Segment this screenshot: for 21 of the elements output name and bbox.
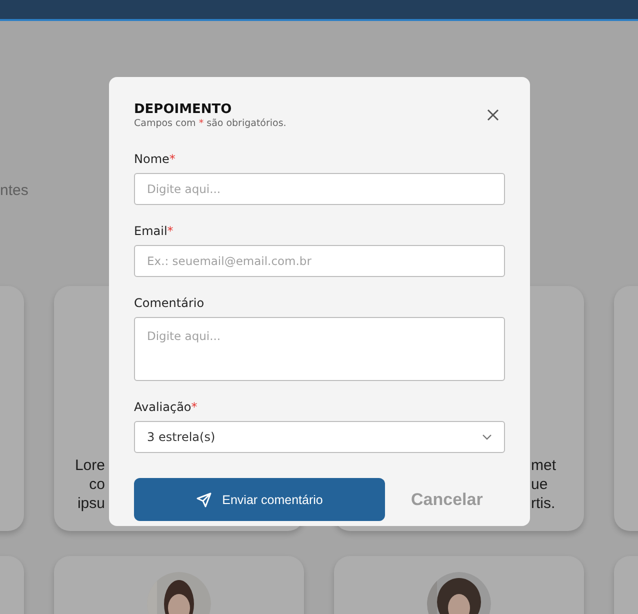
required-note: Campos com * são obrigatórios.: [134, 118, 286, 130]
card-text: Lore: [74, 456, 105, 475]
card-text: met: [531, 456, 556, 475]
field-label: Email*: [134, 224, 174, 239]
card-text: rtis.: [531, 494, 556, 513]
card-text: co: [89, 475, 105, 494]
comment-field[interactable]: Digite aqui...: [134, 317, 505, 381]
card-text: ue: [531, 475, 548, 494]
field-label: Nome*: [134, 152, 176, 167]
input-field[interactable]: Ex.: seuemail@email.com.br: [134, 245, 505, 277]
close-icon: [487, 109, 499, 121]
field-label: Comentário: [134, 296, 206, 311]
section-heading: ntes: [0, 182, 28, 201]
send-icon: [196, 492, 212, 508]
input-field[interactable]: Digite aqui...: [134, 173, 505, 205]
chevron-icon: [482, 434, 492, 440]
field-label: Avaliação*: [134, 400, 198, 415]
submit-button[interactable]: Enviar comentário: [134, 478, 385, 521]
card-text: ipsu: [77, 494, 105, 513]
dropdown-field[interactable]: 3 estrela(s): [134, 421, 505, 453]
dialog-title: DEPOIMENTO: [134, 102, 233, 118]
